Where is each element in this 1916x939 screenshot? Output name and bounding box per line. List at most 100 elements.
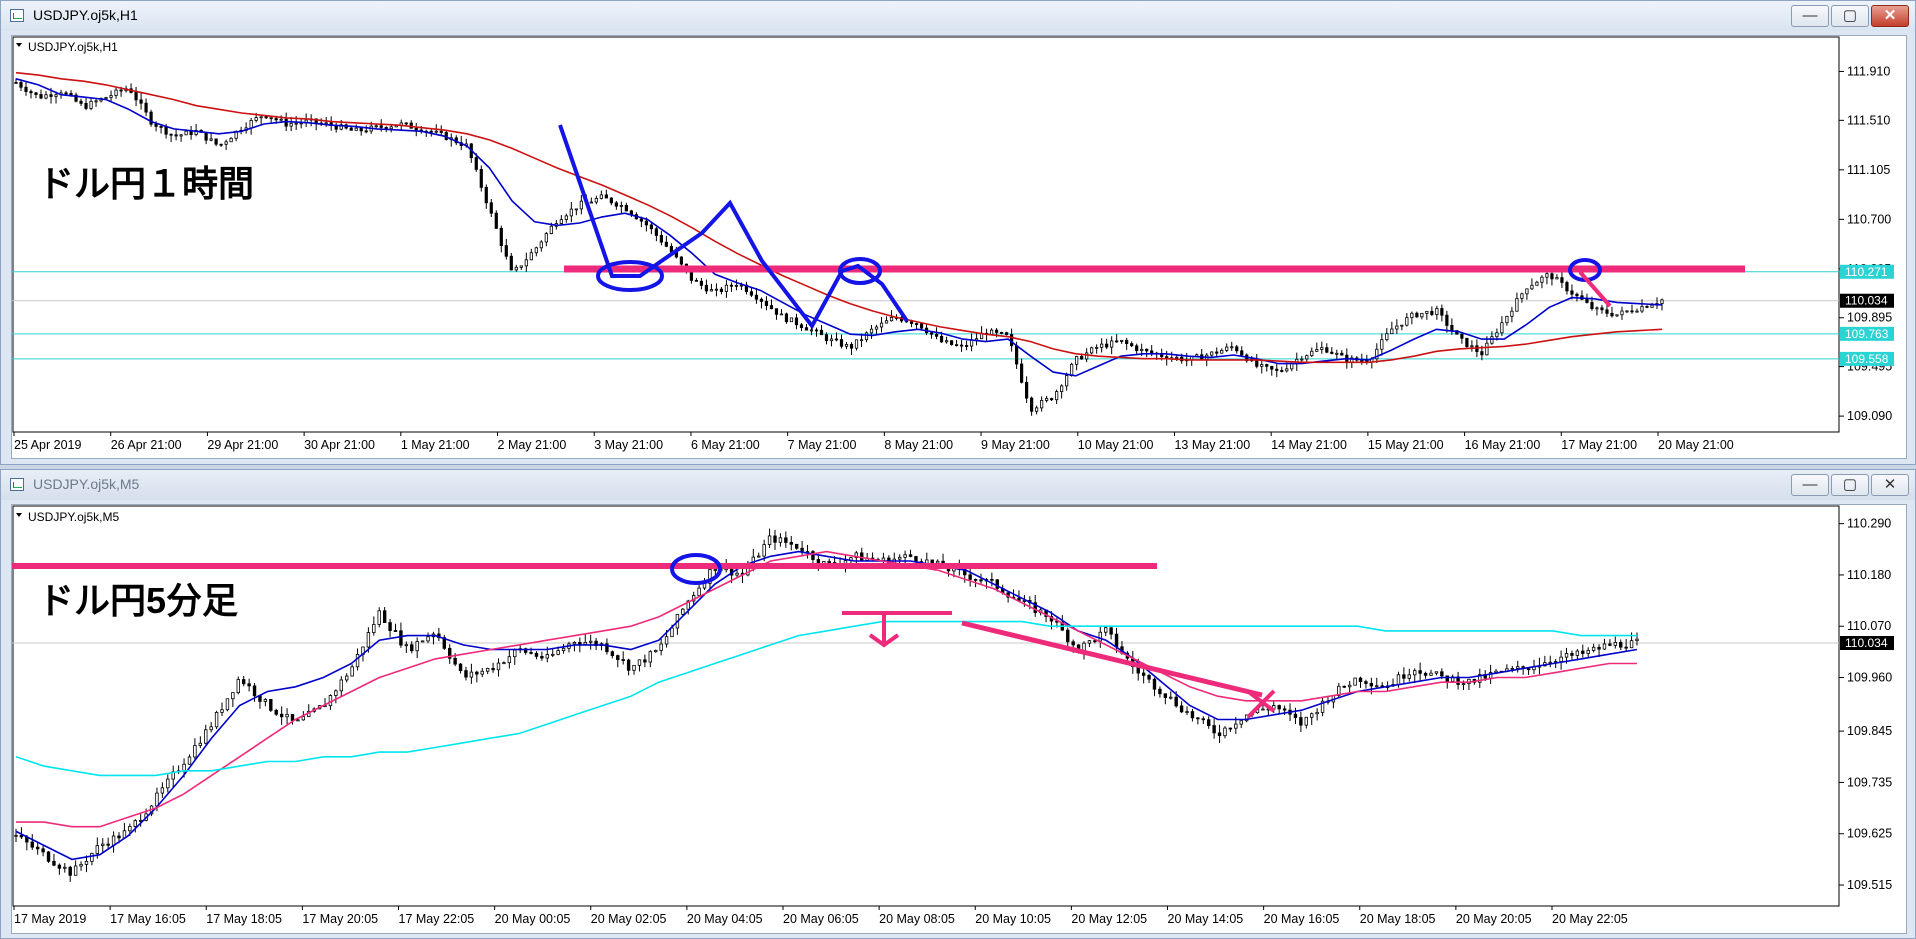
candle-body (388, 622, 392, 631)
candle-body (626, 659, 631, 671)
candle-body (1402, 674, 1406, 679)
x-tick-label: 17 May 22:05 (399, 912, 475, 926)
candle-body (1516, 666, 1520, 669)
candle-body (485, 667, 490, 672)
candle-body (198, 742, 203, 746)
candle-body (1423, 672, 1428, 676)
y-tick-label: 109.895 (1847, 311, 1892, 325)
candle-body (774, 308, 779, 315)
x-tick-label: 6 May 21:00 (691, 438, 760, 452)
candle-body (404, 122, 408, 125)
candle-body (569, 208, 573, 217)
candle-body (1300, 358, 1304, 361)
candle-body (54, 94, 58, 97)
y-tick-label: 109.735 (1847, 775, 1892, 789)
candle-body (1025, 381, 1029, 399)
candle-body (959, 344, 964, 347)
candle-body (1239, 720, 1243, 725)
candle-body (1347, 684, 1352, 688)
x-tick-label: 7 May 21:00 (788, 438, 857, 452)
candle-body (639, 218, 643, 222)
candle-body (1564, 653, 1569, 658)
candle-body (1304, 716, 1308, 726)
minimize-button[interactable]: — (1791, 5, 1829, 27)
chart-canvas[interactable]: USDJPY.oj5k,M5 ドル円5分足 110.290 110.180 110.… (12, 505, 1906, 933)
candle-body (1625, 310, 1629, 313)
maximize-button[interactable]: ▢ (1831, 474, 1869, 496)
minimize-button[interactable]: — (1791, 474, 1829, 496)
candle-body (964, 345, 969, 347)
candle-body (529, 652, 533, 654)
candle-body (160, 787, 165, 794)
window-titlebar[interactable]: USDJPY.oj5k,M5 — ▢ ✕ (1, 470, 1915, 500)
candle-body (1610, 312, 1614, 317)
candle-body (854, 339, 859, 349)
candle-body (819, 329, 824, 336)
candle-body (204, 131, 208, 141)
chart-window-h1[interactable]: USDJPY.oj5k,H1 — ▢ ✕ USDJPY.oj5k,H1 ドル円１… (0, 0, 1916, 465)
candle-body (1260, 364, 1264, 367)
candle-body (1581, 650, 1585, 654)
price-chart[interactable]: USDJPY.oj5k,H1 ドル円１時間 111.910 111.510 111.… (11, 35, 1907, 459)
candle-body (1085, 352, 1089, 360)
candle-body (1505, 315, 1509, 324)
candle-body (1650, 304, 1654, 308)
candle-body (789, 317, 794, 323)
window-titlebar[interactable]: USDJPY.oj5k,H1 — ▢ ✕ (1, 1, 1915, 31)
x-tick-label: 26 Apr 21:00 (111, 438, 182, 452)
candle-body (1597, 646, 1601, 650)
candle-body (930, 559, 934, 564)
x-tick-label: 20 May 20:05 (1456, 912, 1532, 926)
candle-body (496, 662, 501, 671)
candle-body (1575, 650, 1580, 656)
candle-body (252, 685, 257, 697)
candle-body (704, 284, 709, 292)
candle-body (1585, 298, 1589, 303)
candle-body (1480, 351, 1484, 356)
candle-body (1212, 725, 1216, 734)
candle-body (609, 197, 613, 204)
candle-body (263, 699, 268, 702)
price-chart[interactable]: USDJPY.oj5k,M5 ドル円5分足 110.290 110.180 110.… (11, 504, 1907, 934)
candle-body (1280, 370, 1284, 372)
candle-body (599, 194, 603, 199)
candle-body (414, 127, 418, 131)
candle-body (556, 650, 560, 655)
candle-body (1090, 347, 1094, 354)
candle-body (784, 313, 789, 323)
candle-body (1330, 351, 1334, 354)
candle-body (714, 288, 719, 291)
candle-body (410, 644, 414, 652)
y-tick-label: 109.090 (1847, 409, 1892, 423)
maximize-button[interactable]: ▢ (1831, 5, 1869, 27)
candle-body (1020, 363, 1024, 383)
x-tick-label: 1 May 21:00 (401, 438, 470, 452)
candle-body (989, 329, 994, 335)
candle-body (1545, 273, 1549, 278)
current-price-label: 110.034 (1845, 294, 1888, 308)
candle-body (499, 227, 503, 247)
candle-body (513, 649, 517, 658)
x-tick-label: 20 May 21:00 (1658, 438, 1734, 452)
candle-body (1135, 345, 1139, 352)
candle-body (1570, 653, 1574, 656)
candle-body (1629, 640, 1634, 649)
candle-body (944, 340, 949, 343)
chart-canvas[interactable]: USDJPY.oj5k,H1 ドル円１時間 111.910 111.510 111.… (12, 36, 1906, 458)
candle-body (1310, 713, 1314, 718)
candle-body (1140, 348, 1144, 352)
candle-body (648, 651, 653, 663)
close-button[interactable]: ✕ (1871, 5, 1909, 27)
candle-body (389, 126, 393, 130)
candle-body (14, 834, 18, 837)
chart-window-m5[interactable]: USDJPY.oj5k,M5 — ▢ ✕ USDJPY.oj5k,M5 ドル円5… (0, 469, 1916, 939)
candle-body (274, 709, 278, 715)
candle-body (34, 92, 38, 95)
close-button[interactable]: ✕ (1871, 474, 1909, 496)
x-tick-label: 17 May 18:05 (206, 912, 282, 926)
candle-body (484, 186, 488, 204)
candle-body (1405, 317, 1409, 326)
candle-body (1624, 646, 1628, 649)
candle-body (164, 126, 168, 135)
candle-body (1407, 674, 1412, 679)
